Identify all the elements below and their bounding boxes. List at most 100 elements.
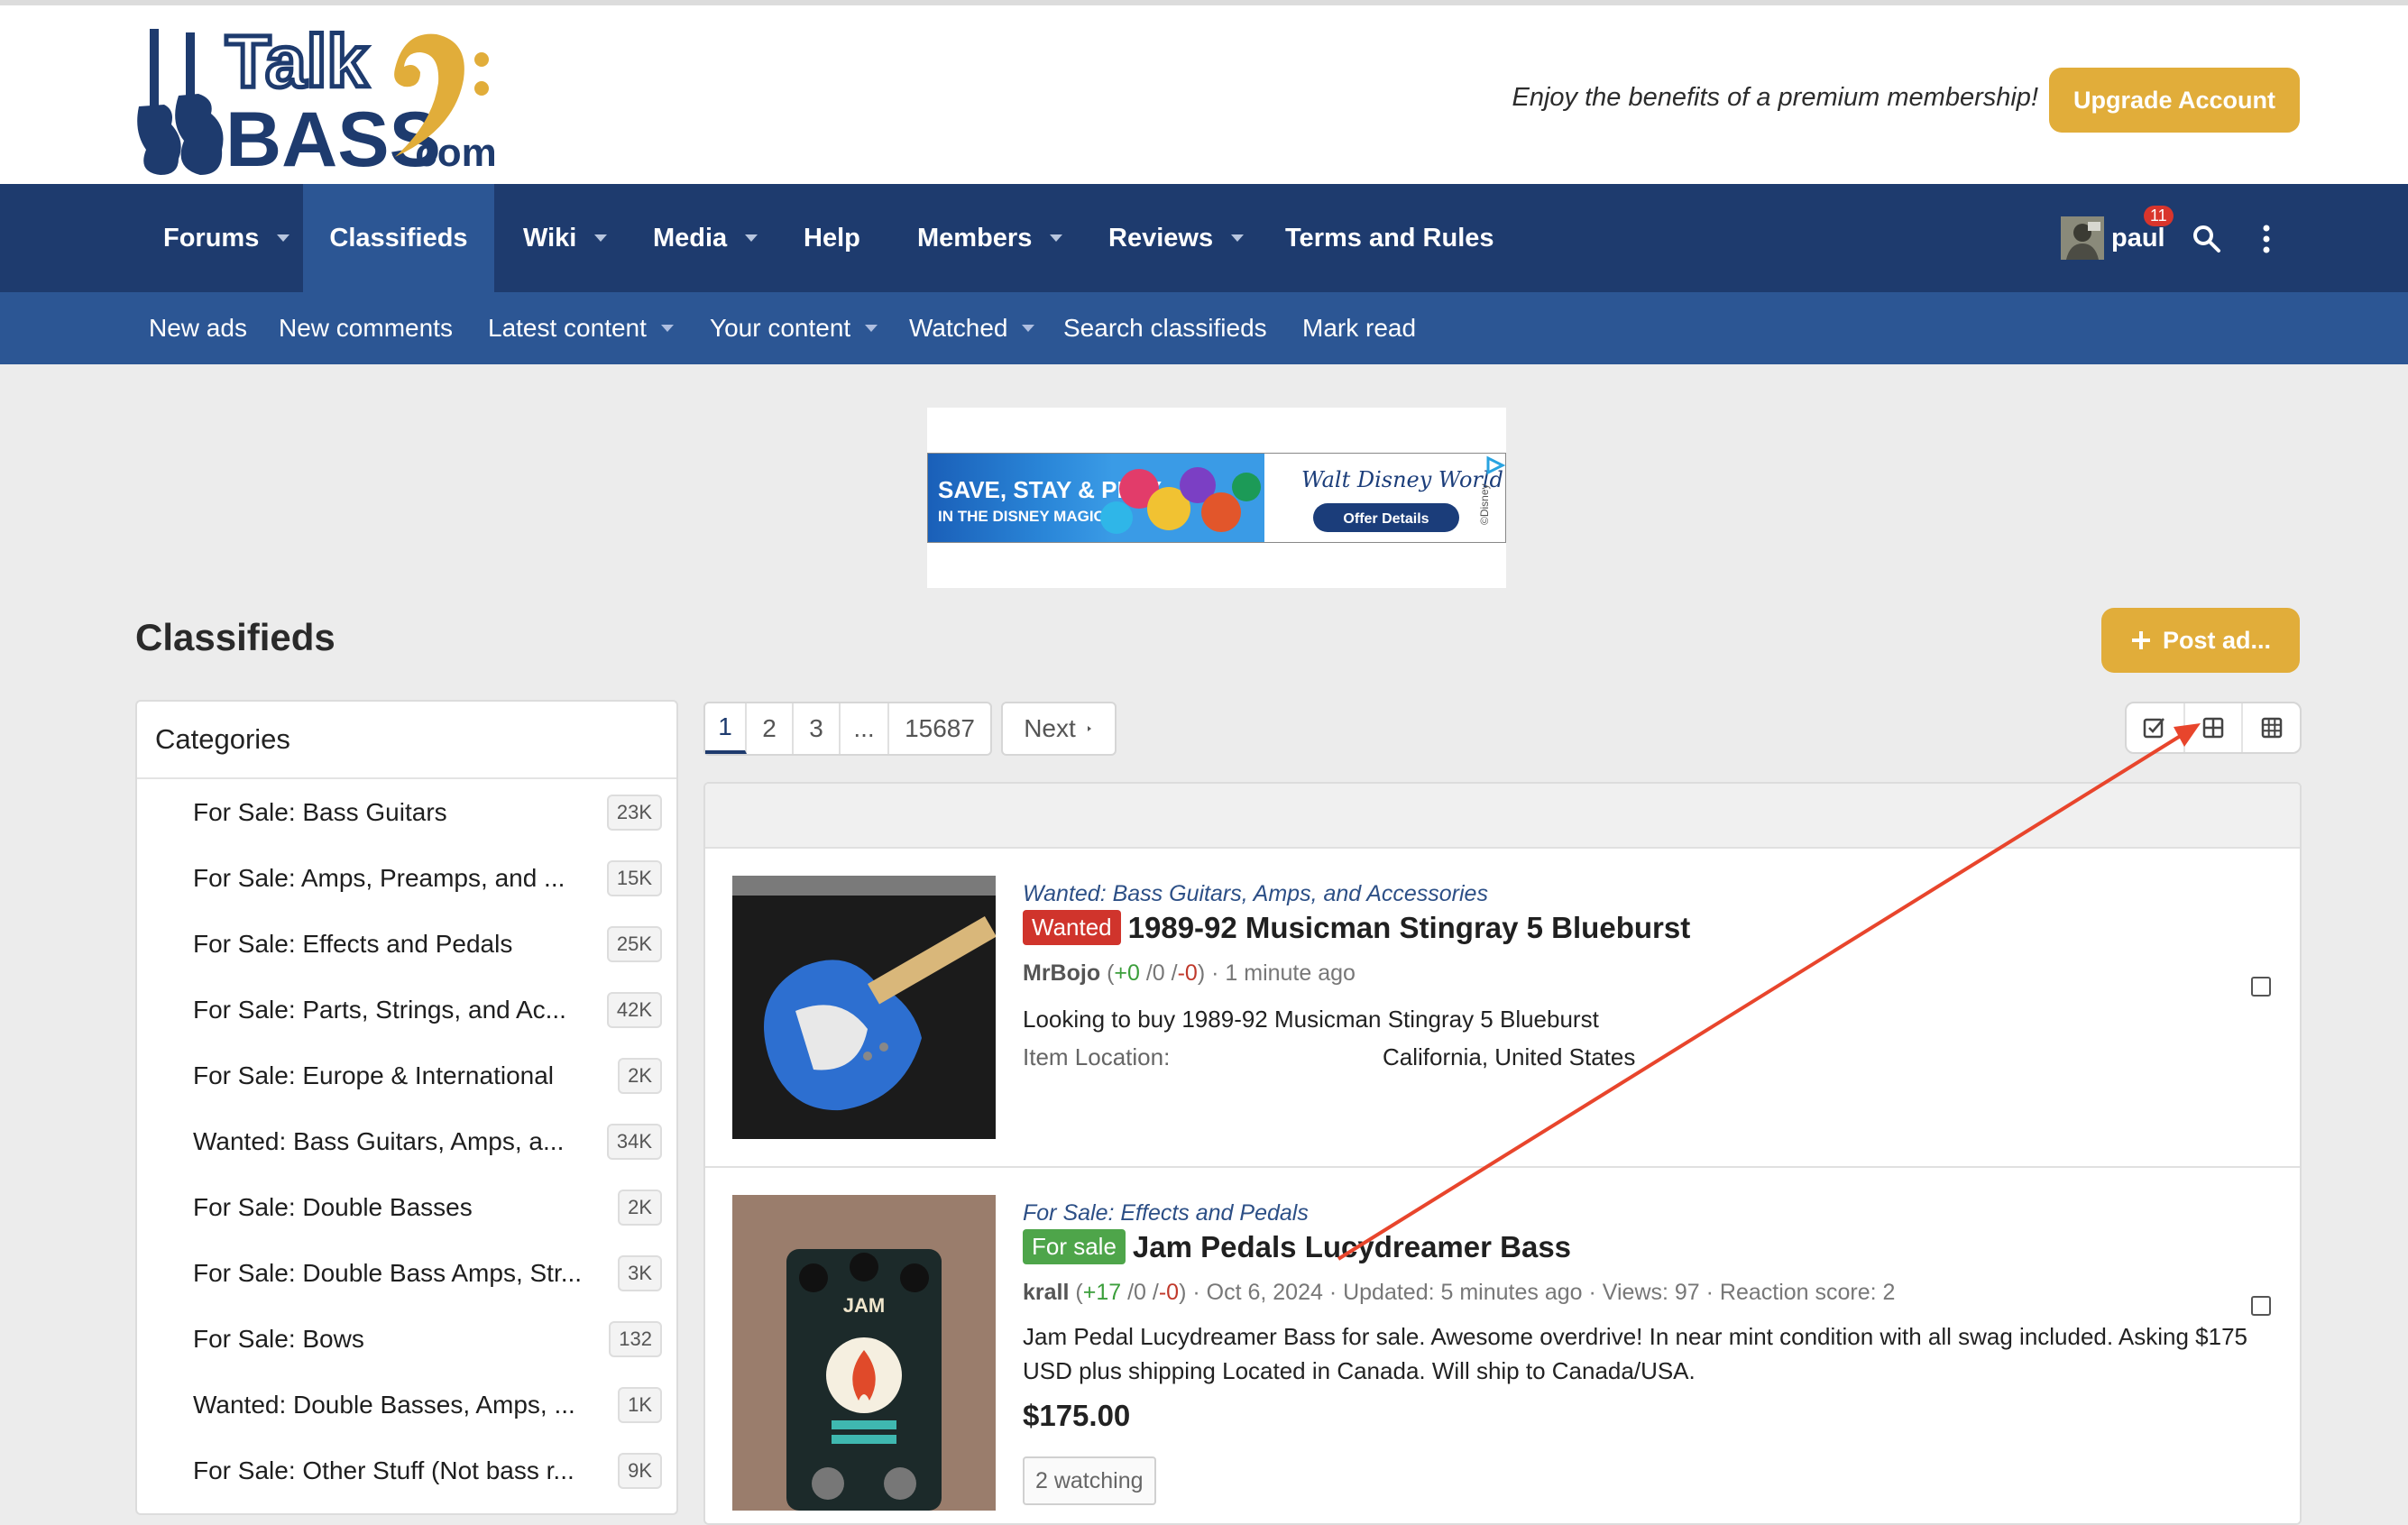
listing-list: Wanted: Bass Guitars, Amps, and Accessor… [703, 782, 2302, 1525]
listing-title-line: For sale Jam Pedals Lucydreamer Bass [1023, 1229, 1571, 1264]
listing-select-checkbox[interactable] [2251, 977, 2271, 997]
svg-text:©Disney: ©Disney [1478, 483, 1491, 525]
chevron-down-icon[interactable] [745, 234, 758, 242]
nav-terms-label: Terms and Rules [1285, 223, 1494, 253]
subnav-your-content[interactable]: Your content [710, 292, 878, 364]
subnav-your-content-label: Your content [710, 314, 851, 342]
page-3-link[interactable]: 3 [794, 703, 841, 754]
talkbass-logo[interactable]: Talk BASS .com [133, 23, 494, 177]
for-sale-badge: For sale [1023, 1229, 1126, 1264]
nav-classifieds-label: Classifieds [329, 223, 468, 253]
category-item[interactable]: For Sale: Amps, Preamps, and ... 15K [137, 845, 676, 911]
subnav-search-classifieds-label: Search classifieds [1063, 314, 1267, 342]
listing-author[interactable]: MrBojo [1023, 960, 1100, 986]
listing-category-link[interactable]: For Sale: Effects and Pedals [1023, 1200, 1309, 1226]
post-ad-button[interactable]: Post ad... [2101, 608, 2300, 673]
category-item[interactable]: For Sale: Bass Guitars 23K [137, 779, 676, 845]
category-label: Wanted: Double Basses, Amps, ... [193, 1390, 575, 1419]
nav-wiki-label: Wiki [523, 223, 577, 253]
rating-neutral: /0 / [1145, 960, 1178, 986]
category-item[interactable]: For Sale: Other Stuff (Not bass r... 9K [137, 1438, 676, 1503]
chevron-down-icon[interactable] [1050, 234, 1063, 242]
nav-members[interactable]: Members [917, 184, 1063, 292]
nav-forums-label: Forums [163, 223, 260, 253]
page-1-link[interactable]: 1 [705, 703, 747, 754]
notification-badge[interactable]: 11 [2144, 206, 2174, 226]
page-title: Classifieds [135, 616, 335, 658]
listing-title-link[interactable]: 1989-92 Musicman Stingray 5 Blueburst [1128, 911, 1691, 945]
subnav-latest-content-label: Latest content [488, 314, 647, 342]
page-ellipsis[interactable]: ... [841, 703, 889, 754]
chevron-down-icon[interactable] [277, 234, 290, 242]
list-filter-bar [705, 784, 2300, 849]
category-item[interactable]: For Sale: Europe & International 2K [137, 1043, 676, 1108]
item-location-label: Item Location: [1023, 1043, 1171, 1070]
chevron-down-icon[interactable] [1231, 234, 1245, 242]
listing-item[interactable]: JAM For Sale: Effects and Pedals For sal… [705, 1168, 2300, 1523]
category-item[interactable]: Wanted: Double Basses, Amps, ... 1K [137, 1372, 676, 1438]
search-icon[interactable] [2192, 224, 2222, 254]
listing-title-link[interactable]: Jam Pedals Lucydreamer Bass [1133, 1230, 1571, 1264]
listing-item[interactable]: Wanted: Bass Guitars, Amps, and Accessor… [705, 849, 2300, 1168]
tile-view-button[interactable] [2243, 703, 2300, 752]
subnav-latest-content[interactable]: Latest content [488, 292, 674, 364]
more-options-icon[interactable] [2260, 224, 2273, 254]
nav-wiki[interactable]: Wiki [523, 184, 608, 292]
listing-timestamp: · 1 minute ago [1211, 960, 1356, 986]
category-label: For Sale: Amps, Preamps, and ... [193, 863, 565, 892]
chevron-down-icon[interactable] [660, 325, 674, 332]
subnav-new-comments-label: New comments [279, 314, 453, 342]
category-label: Wanted: Bass Guitars, Amps, a... [193, 1126, 565, 1155]
category-count: 3K [618, 1254, 662, 1291]
grid-view-button[interactable] [2185, 703, 2244, 752]
nav-media[interactable]: Media [653, 184, 758, 292]
next-page-button[interactable]: Next [1001, 702, 1117, 756]
avatar[interactable] [2061, 216, 2104, 260]
subnav-new-comments[interactable]: New comments [279, 292, 453, 364]
disney-ad-banner[interactable]: SAVE, STAY & PLAY IN THE DISNEY MAGIC! W… [927, 453, 1506, 543]
nav-reviews[interactable]: Reviews [1108, 184, 1245, 292]
nav-classifieds[interactable]: Classifieds [303, 184, 494, 292]
subnav-watched-label: Watched [909, 314, 1008, 342]
chevron-down-icon[interactable] [594, 234, 608, 242]
category-item[interactable]: For Sale: Effects and Pedals 25K [137, 911, 676, 977]
listing-timestamp: · Oct 6, 2024 · Updated: 5 minutes ago ·… [1192, 1280, 1896, 1305]
item-location-value: California, United States [1383, 1043, 1636, 1070]
category-count: 1K [618, 1386, 662, 1423]
subnav-new-ads-label: New ads [149, 314, 247, 342]
page-2-link[interactable]: 2 [747, 703, 794, 754]
nav-help[interactable]: Help [804, 184, 860, 292]
user-menu[interactable]: paul 11 [2061, 184, 2174, 292]
select-toggle-button[interactable] [2127, 703, 2185, 752]
listing-description: Looking to buy 1989-92 Musicman Stingray… [1023, 1006, 1599, 1033]
subnav-new-ads[interactable]: New ads [149, 292, 247, 364]
nav-terms-and-rules[interactable]: Terms and Rules [1285, 184, 1494, 292]
nav-forums[interactable]: Forums [163, 184, 290, 292]
chevron-down-icon[interactable] [865, 325, 878, 332]
subnav-watched[interactable]: Watched [909, 292, 1035, 364]
listing-category-link[interactable]: Wanted: Bass Guitars, Amps, and Accessor… [1023, 881, 1488, 907]
svg-text:Walt Disney World: Walt Disney World [1301, 467, 1503, 492]
chevron-down-icon[interactable] [1022, 325, 1035, 332]
nav-members-label: Members [917, 223, 1033, 253]
category-label: For Sale: Bass Guitars [193, 797, 447, 826]
categories-panel: Categories For Sale: Bass Guitars 23K For… [135, 700, 678, 1515]
category-item[interactable]: For Sale: Parts, Strings, and Ac... 42K [137, 977, 676, 1043]
listing-thumbnail[interactable]: JAM [732, 1195, 996, 1511]
subnav-mark-read[interactable]: Mark read [1302, 292, 1416, 364]
category-label: For Sale: Bows [193, 1324, 364, 1353]
category-item[interactable]: Wanted: Bass Guitars, Amps, a... 34K [137, 1108, 676, 1174]
category-item[interactable]: For Sale: Double Basses 2K [137, 1174, 676, 1240]
listing-select-checkbox[interactable] [2251, 1296, 2271, 1316]
page-last-link[interactable]: 15687 [889, 703, 990, 754]
subnav-search-classifieds[interactable]: Search classifieds [1063, 292, 1267, 364]
category-label: For Sale: Double Bass Amps, Str... [193, 1258, 583, 1287]
listing-thumbnail[interactable] [732, 876, 996, 1139]
upgrade-account-button[interactable]: Upgrade Account [2049, 68, 2300, 133]
main-nav: Forums Classifieds Wiki Media Help Membe… [0, 184, 2408, 292]
category-item[interactable]: For Sale: Bows 132 [137, 1306, 676, 1372]
category-count: 2K [618, 1189, 662, 1226]
view-toggle-group [2125, 702, 2302, 754]
category-item[interactable]: For Sale: Double Bass Amps, Str... 3K [137, 1240, 676, 1306]
listing-author[interactable]: krall [1023, 1280, 1069, 1305]
